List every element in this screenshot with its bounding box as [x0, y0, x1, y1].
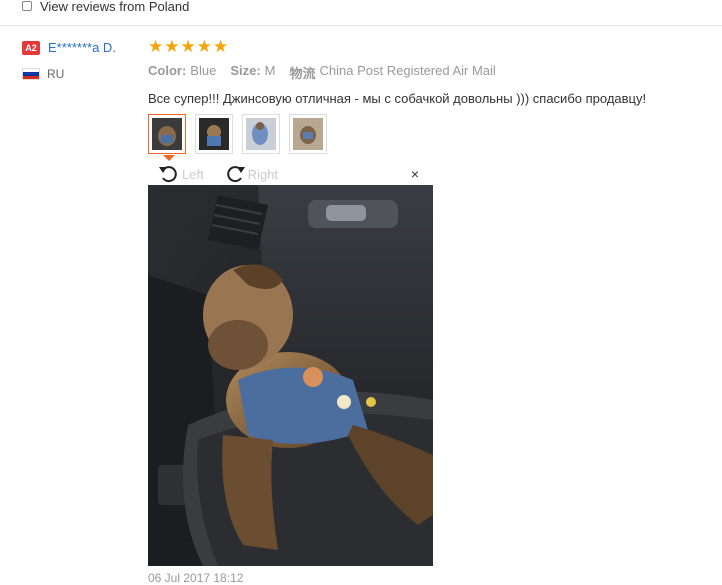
- filter-checkbox[interactable]: [22, 1, 32, 11]
- review-date: 06 Jul 2017 18:12: [148, 571, 244, 585]
- viewer-toolbar: Left Right ×: [148, 163, 433, 185]
- shipping-value: China Post Registered Air Mail: [319, 63, 496, 78]
- rotate-left-label: Left: [182, 166, 204, 182]
- star-rating: ★ ★ ★ ★ ★: [148, 38, 708, 55]
- dog-photo-thumbnail: [293, 118, 323, 150]
- star-icon: ★: [148, 37, 164, 56]
- shipping-label: 物流: [289, 66, 316, 81]
- color-label: Color:: [148, 63, 187, 78]
- dog-photo-thumbnail: [152, 118, 182, 150]
- size-value: M: [264, 63, 276, 78]
- order-info: Color: Blue Size: M 物流 China Post Regist…: [148, 63, 708, 82]
- buyer-name-link[interactable]: E*******a D.: [48, 40, 116, 55]
- size-label: Size:: [230, 63, 261, 78]
- review-image-viewer: Left Right ×: [148, 163, 433, 566]
- review-photo-thumb-4[interactable]: [289, 114, 327, 154]
- buyer-level-badge: A2: [22, 40, 40, 55]
- review-photo-thumb-3[interactable]: [242, 114, 280, 154]
- review-photo-thumb-1[interactable]: [148, 114, 186, 154]
- country-flag-icon: [22, 68, 40, 80]
- view-reviews-from-country-filter[interactable]: View reviews from Poland: [22, 0, 189, 15]
- buyer-country: RU: [47, 67, 65, 81]
- review-photo-thumbnails: [148, 114, 327, 154]
- rotate-left-button[interactable]: Left: [158, 164, 204, 184]
- star-icon: ★: [180, 37, 196, 56]
- rotate-right-icon: [226, 166, 245, 183]
- rotate-left-icon: [159, 166, 177, 183]
- review-body: ★ ★ ★ ★ ★ Color: Blue Size: M 物流 China Post …: [148, 38, 708, 106]
- review-text: Все супер!!! Джинсовую отличная - мы с с…: [148, 91, 647, 106]
- active-thumb-pointer: [163, 155, 175, 161]
- review-photo-large: [148, 185, 433, 566]
- rotate-right-button[interactable]: Right: [224, 164, 278, 184]
- star-icon: ★: [196, 37, 212, 56]
- dog-photo-thumbnail: [246, 118, 276, 150]
- dog-photo-thumbnail: [199, 118, 229, 150]
- color-value: Blue: [190, 63, 217, 78]
- rotate-right-label: Right: [247, 166, 279, 182]
- close-icon[interactable]: ×: [411, 167, 419, 181]
- filter-label: View reviews from Poland: [40, 0, 190, 14]
- dog-in-car-photo: [148, 185, 433, 566]
- star-icon: ★: [164, 37, 180, 56]
- star-icon: ★: [213, 37, 229, 56]
- buyer-info: A2 E*******a D. RU: [22, 40, 116, 81]
- review-photo-thumb-2[interactable]: [195, 114, 233, 154]
- section-divider: [0, 25, 722, 26]
